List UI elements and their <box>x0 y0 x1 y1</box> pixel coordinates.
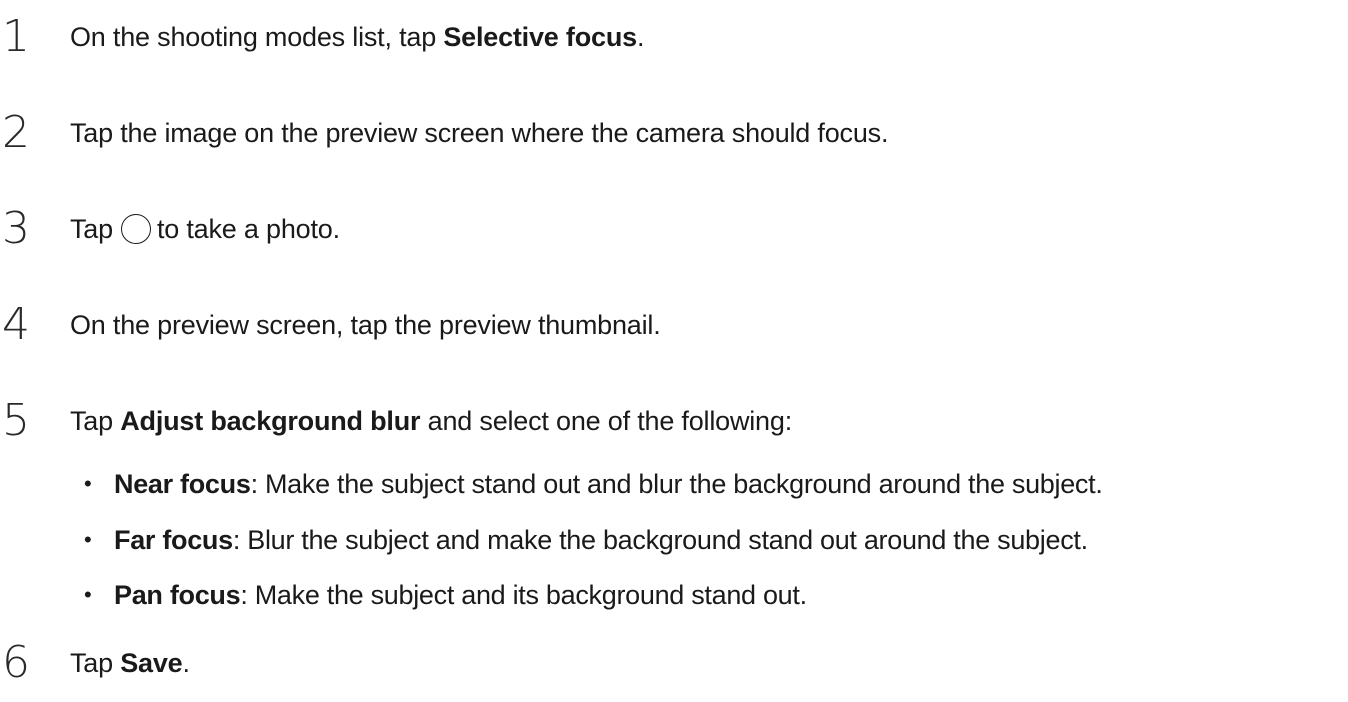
ui-term-selective-focus: Selective focus <box>443 22 637 52</box>
shutter-circle-icon <box>120 214 151 244</box>
step-text: Tap to take a photo. <box>70 214 340 244</box>
step-5: 5 Tap Adjust background blur and select … <box>0 396 1348 446</box>
ui-term-save: Save <box>120 648 183 678</box>
step-text: Tap the image on the preview screen wher… <box>70 118 889 148</box>
option-term: Near focus <box>114 469 251 499</box>
step-number: 2 <box>2 107 30 158</box>
step-number: 4 <box>2 299 30 350</box>
step-4: 4 On the preview screen, tap the preview… <box>0 300 1348 350</box>
bullet-dot: • <box>84 582 92 607</box>
step-number: 3 <box>2 203 30 254</box>
bullet-dot: • <box>84 471 92 496</box>
step-3: 3 Tap to take a photo. <box>0 204 1348 254</box>
instructions-document: 1 On the shooting modes list, tap Select… <box>0 0 1348 702</box>
step-1: 1 On the shooting modes list, tap Select… <box>0 12 1348 62</box>
step-6: 6 Tap Save. <box>0 638 1348 688</box>
option-text: Pan focus: Make the subject and its back… <box>114 580 807 610</box>
option-text: Near focus: Make the subject stand out a… <box>114 469 1103 499</box>
step-number: 1 <box>2 11 30 62</box>
option-term: Pan focus <box>114 580 241 610</box>
step-number: 5 <box>2 395 30 446</box>
option-far-focus: • Far focus: Blur the subject and make t… <box>0 518 1348 562</box>
option-pan-focus: • Pan focus: Make the subject and its ba… <box>0 573 1348 617</box>
step-number: 6 <box>2 637 30 688</box>
step-text: On the shooting modes list, tap Selectiv… <box>70 22 645 52</box>
ui-term-adjust-background-blur: Adjust background blur <box>120 406 421 436</box>
option-term: Far focus <box>114 525 233 555</box>
step-text: Tap Adjust background blur and select on… <box>70 406 792 436</box>
option-near-focus: • Near focus: Make the subject stand out… <box>0 462 1348 506</box>
step-text: On the preview screen, tap the preview t… <box>70 310 661 340</box>
step-2: 2 Tap the image on the preview screen wh… <box>0 108 1348 158</box>
bullet-dot: • <box>84 527 92 552</box>
step-text: Tap Save. <box>70 648 190 678</box>
option-text: Far focus: Blur the subject and make the… <box>114 525 1088 555</box>
